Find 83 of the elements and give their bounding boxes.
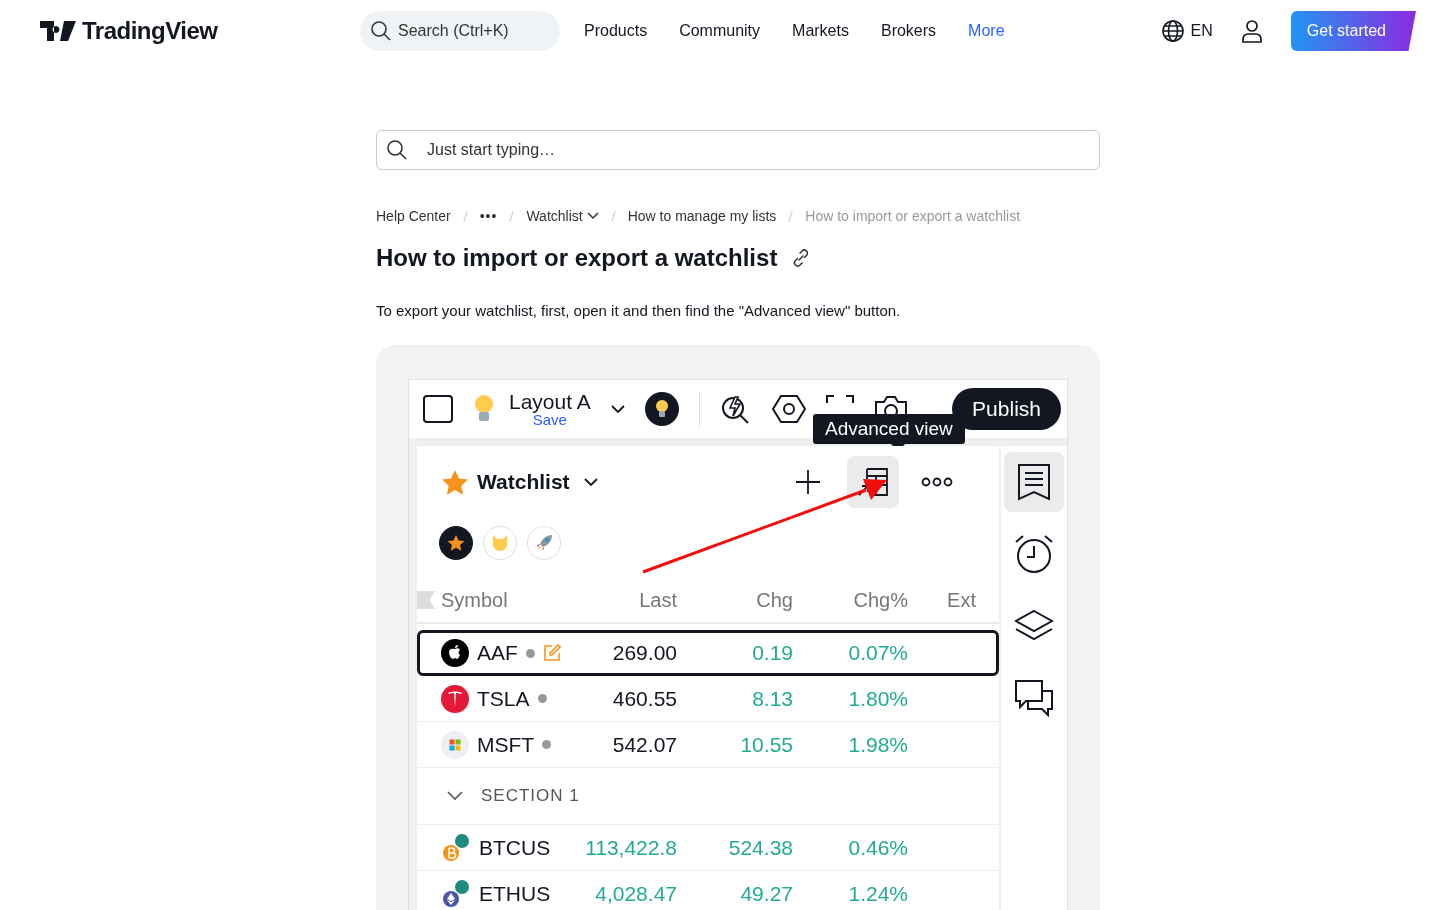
last-price: 4,028.47 [594, 881, 677, 906]
symbol-ticker: TSLA [477, 686, 530, 711]
crypto-logo [441, 832, 471, 863]
percent-change: 1.98% [847, 732, 908, 757]
search-field[interactable]: Just start typing… [376, 130, 1100, 170]
percent-change: 1.80% [847, 686, 908, 711]
star-icon [447, 534, 465, 552]
square-icon[interactable] [423, 395, 453, 423]
price-change: 8.13 [751, 686, 793, 711]
breadcrumb-more[interactable]: ••• [479, 208, 498, 224]
chevron-down-icon[interactable] [610, 404, 625, 414]
article-title: How to import or export a watchlist [376, 244, 778, 272]
logo-text[interactable]: TradingView [82, 17, 218, 45]
table-icon [857, 467, 889, 497]
logo-icon[interactable] [40, 21, 76, 41]
column-header[interactable]: Ext [908, 588, 976, 612]
company-logo [441, 730, 469, 759]
star-flag-button[interactable] [439, 526, 473, 560]
language-button[interactable]: EN [1160, 19, 1213, 43]
flag-icon [417, 591, 435, 609]
last-price: 269.00 [611, 641, 677, 665]
chevron-down-icon[interactable] [586, 212, 599, 220]
bookmark-list-icon [1017, 463, 1051, 501]
watchlist-title[interactable]: Watchlist [477, 470, 570, 494]
get-started-button[interactable]: Get started [1290, 11, 1416, 51]
alarm-clock-icon [1014, 534, 1054, 574]
article-paragraph: To export your watchlist, first, open it and then find the "Advanced view" button. [376, 302, 902, 319]
watchlist-row[interactable]: BTCUS 113,422.8 524.38 0.46% [417, 825, 999, 871]
search-icon [370, 20, 392, 42]
company-logo [441, 684, 469, 713]
lightbulb-icon [473, 394, 495, 424]
column-header[interactable]: Last [581, 588, 677, 612]
symbol-ticker: MSFT [477, 732, 535, 757]
nav-link[interactable]: Brokers [880, 22, 937, 40]
search-field[interactable]: Search (Ctrl+K) [360, 11, 560, 51]
star-icon [441, 468, 469, 496]
breadcrumb-link[interactable]: Help Center [376, 208, 451, 224]
last-price: 460.55 [611, 686, 677, 711]
hexagon-settings-icon[interactable] [771, 394, 806, 424]
nav-link[interactable]: More [968, 22, 1005, 40]
more-icon[interactable] [921, 477, 953, 487]
price-change: 10.55 [739, 732, 793, 757]
column-header[interactable]: Chg% [793, 588, 908, 612]
save-link[interactable]: Save [532, 412, 567, 427]
symbol-ticker: ETHUS [479, 881, 551, 906]
breadcrumb-link[interactable]: How to manage my lists [627, 208, 777, 224]
price-change: 0.19 [751, 641, 793, 665]
publish-button[interactable]: Publish [952, 388, 1061, 430]
watchlist-row[interactable]: AAF 269.00 0.19 0.07% [417, 630, 999, 676]
lightbulb-button-icon[interactable] [644, 392, 679, 426]
symbol-ticker: AAF [477, 641, 518, 665]
nav-link[interactable]: Community [679, 22, 761, 40]
column-header[interactable]: Symbol [441, 588, 581, 612]
breadcrumb-link[interactable]: Watchlist [526, 208, 599, 224]
section-label[interactable]: SECTION 1 [481, 786, 580, 806]
percent-change: 1.24% [847, 881, 908, 906]
percent-change: 0.07% [847, 641, 908, 665]
search-icon [386, 139, 408, 161]
watchlist-row[interactable]: TSLA 460.55 8.13 1.80% [417, 676, 999, 722]
price-change: 524.38 [727, 835, 793, 860]
rocket-icon [535, 534, 553, 552]
plus-icon[interactable] [795, 469, 821, 495]
column-header[interactable]: Chg [677, 588, 793, 612]
user-icon[interactable] [1240, 19, 1263, 43]
chevron-down-icon[interactable] [447, 791, 463, 801]
rocket-flag-button[interactable] [527, 526, 561, 560]
watchlist-row[interactable]: MSFT 542.07 10.55 1.98% [417, 722, 999, 768]
nav-link[interactable]: Products [584, 22, 648, 40]
last-price: 113,422.8 [584, 835, 677, 860]
chevron-down-icon[interactable] [583, 477, 598, 487]
price-change: 49.27 [739, 881, 793, 906]
layers-icon [1014, 609, 1054, 643]
symbol-ticker: BTCUS [479, 835, 551, 860]
company-logo [441, 639, 469, 667]
layout-name[interactable]: Layout A [509, 391, 591, 412]
nav-link[interactable]: Markets [792, 22, 849, 40]
watchlist-panel-button[interactable] [1004, 452, 1064, 512]
cat-icon [491, 534, 509, 552]
percent-change: 0.46% [847, 835, 908, 860]
last-price: 542.07 [611, 732, 677, 757]
breadcrumb-current: How to import or export a watchlist [805, 208, 1021, 224]
watchlist-row[interactable]: ETHUS 4,028.47 49.27 1.24% [417, 871, 999, 910]
chat-icon [1014, 679, 1054, 717]
